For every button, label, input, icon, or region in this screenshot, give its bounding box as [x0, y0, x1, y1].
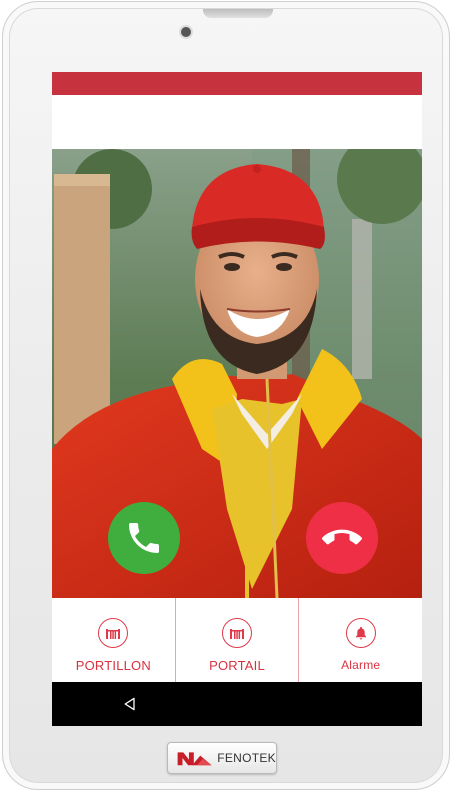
alarme-label: Alarme — [341, 658, 381, 672]
screen: PORTILLON PORTAIL Alarme — [52, 72, 422, 726]
brand-name: FENOTEK — [217, 751, 276, 765]
portail-button[interactable]: PORTAIL — [176, 598, 300, 682]
back-triangle-icon — [124, 697, 135, 711]
android-navbar — [52, 682, 422, 726]
portillon-button[interactable]: PORTILLON — [52, 598, 176, 682]
video-feed — [52, 149, 422, 598]
fenotek-logo — [177, 752, 212, 766]
front-camera — [181, 27, 191, 37]
reject-call-button[interactable] — [306, 502, 378, 574]
back-button[interactable] — [120, 694, 140, 714]
phone-icon — [129, 523, 159, 553]
portillon-label: PORTILLON — [75, 658, 151, 673]
header-area — [52, 95, 422, 149]
alarme-button[interactable]: Alarme — [299, 598, 422, 682]
portail-label: PORTAIL — [209, 658, 265, 673]
control-panel: PORTILLON PORTAIL Alarme — [52, 598, 422, 682]
bell-icon — [345, 618, 376, 648]
top-accent-bar — [52, 72, 422, 95]
gate-icon — [98, 618, 129, 648]
brand-badge: FENOTEK — [167, 742, 277, 774]
speaker-grille — [203, 9, 273, 18]
gate-icon — [222, 618, 252, 648]
accept-call-button[interactable] — [108, 502, 180, 574]
phone-hangup-icon — [322, 529, 362, 545]
